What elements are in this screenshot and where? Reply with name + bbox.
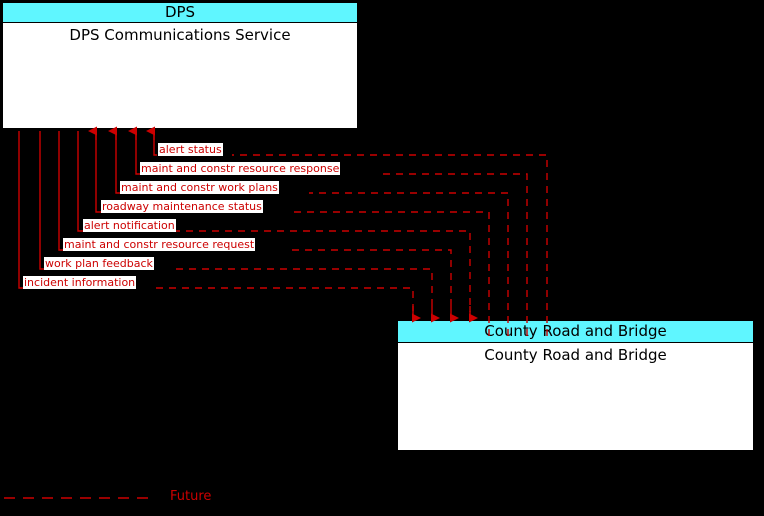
legend-line-sample: [4, 497, 152, 499]
node-county-title: County Road and Bridge: [398, 321, 753, 343]
node-dps[interactable]: DPS DPS Communications Service: [2, 2, 358, 129]
flow-label-roadway-maintenance-status[interactable]: roadway maintenance status: [101, 200, 263, 213]
flow-label-work-plan-feedback[interactable]: work plan feedback: [44, 257, 154, 270]
flow-label-maint-and-constr-resource-request[interactable]: maint and constr resource request: [63, 238, 256, 251]
flow-label-alert-notification[interactable]: alert notification: [83, 219, 176, 232]
flow-label-maint-and-constr-work-plans[interactable]: maint and constr work plans: [120, 181, 279, 194]
node-dps-body: DPS Communications Service: [69, 26, 291, 44]
flow-label-alert-status[interactable]: alert status: [158, 143, 223, 156]
diagram-canvas: DPS DPS Communications Service County Ro…: [0, 0, 764, 516]
legend-label-future: Future: [170, 489, 212, 504]
legend: Future: [0, 488, 764, 512]
node-county-road-and-bridge[interactable]: County Road and Bridge County Road and B…: [397, 320, 754, 451]
flow-label-maint-and-constr-resource-response[interactable]: maint and constr resource response: [140, 162, 341, 175]
node-county-body: County Road and Bridge: [484, 346, 667, 364]
node-dps-title: DPS: [3, 3, 357, 23]
flow-label-incident-information[interactable]: incident information: [23, 276, 137, 289]
